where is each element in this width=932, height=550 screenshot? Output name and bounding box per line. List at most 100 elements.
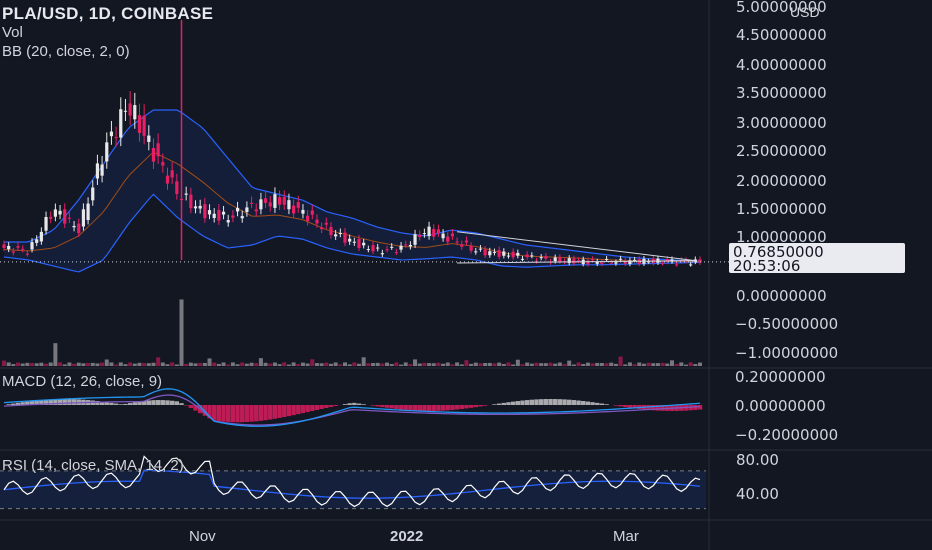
volume-legend[interactable]: Vol: [2, 23, 213, 42]
candle-body: [450, 233, 455, 237]
macd-histogram-bar: [422, 405, 427, 411]
macd-axis-label: 0.20000000: [735, 368, 826, 386]
macd-histogram-bar: [342, 404, 348, 405]
candle-body: [483, 249, 487, 256]
volume-bar: [627, 362, 632, 366]
time-axis-label: 2022: [390, 528, 424, 545]
volume-bar: [296, 364, 301, 366]
macd-histogram-bar: [389, 405, 394, 409]
volume-bar: [291, 362, 296, 366]
macd-histogram-bar: [613, 405, 619, 406]
volume-bar: [464, 360, 469, 366]
candle-body: [511, 251, 515, 258]
volume-bar: [81, 363, 86, 366]
candle-body: [63, 209, 67, 224]
candle-body: [315, 219, 319, 224]
volume-bar: [361, 357, 366, 366]
candle-body: [600, 262, 604, 264]
volume-bar: [665, 363, 670, 366]
candle-body: [67, 217, 71, 219]
price-axis-label: −0.50000000: [735, 315, 839, 333]
candle-body: [226, 220, 230, 223]
volume-bar: [567, 360, 572, 366]
macd-histogram-bar: [478, 405, 483, 407]
candle-body: [16, 246, 20, 248]
macd-histogram-bar: [501, 402, 507, 405]
candle-body: [259, 199, 263, 210]
candle-body: [432, 228, 436, 237]
candle-body: [193, 206, 198, 209]
macd-histogram-bar: [482, 405, 488, 406]
candle-body: [212, 213, 216, 219]
volume-bar: [618, 356, 623, 366]
candle-body: [21, 248, 25, 250]
macd-histogram-bar: [67, 399, 72, 405]
bollinger-legend[interactable]: BB (20, close, 2, 0): [2, 42, 213, 61]
volume-bar: [193, 363, 198, 366]
volume-bar: [156, 357, 161, 366]
volume-bar: [679, 362, 684, 366]
candle-body: [343, 232, 347, 243]
candle-body: [44, 217, 48, 231]
candle-body: [334, 234, 338, 237]
candle-body: [35, 239, 39, 243]
volume-bar: [212, 362, 217, 366]
volume-bar: [324, 362, 329, 366]
macd-histogram-bar: [562, 399, 567, 405]
macd-histogram-bar: [468, 405, 474, 408]
volume-bar: [543, 363, 548, 366]
volume-bar: [595, 362, 600, 366]
volume-bar: [389, 364, 394, 366]
macd-histogram-bar: [183, 405, 189, 406]
macd-histogram-bar: [403, 405, 408, 410]
candle-body: [49, 216, 53, 219]
candle-body: [520, 258, 525, 260]
candle-body: [165, 175, 170, 184]
candle-body: [161, 162, 165, 166]
macd-histogram-bar: [146, 400, 152, 405]
volume-bar: [128, 362, 133, 366]
candle-body: [123, 110, 128, 112]
macd-histogram-bar: [567, 399, 572, 405]
volume-bar: [34, 363, 39, 366]
candle-body: [399, 245, 403, 250]
macd-histogram-bar: [263, 405, 268, 421]
macd-histogram-bar: [165, 400, 170, 405]
volume-bar: [76, 362, 81, 366]
macd-histogram-bar: [440, 405, 446, 411]
macd-histogram-bar: [538, 399, 544, 405]
candle-body: [376, 247, 380, 249]
volume-bar: [226, 364, 231, 366]
volume-bar: [520, 364, 525, 366]
volume-bar: [118, 362, 123, 366]
candle-body: [109, 131, 114, 137]
candle-body: [357, 238, 361, 248]
macd-histogram-bar: [249, 405, 254, 422]
volume-bar: [44, 363, 49, 366]
volume-bar: [100, 362, 105, 366]
macd-histogram-bar: [244, 405, 250, 423]
rsi-legend[interactable]: RSI (14, close, SMA, 14, 2): [2, 456, 184, 475]
candle-body: [408, 244, 412, 247]
macd-histogram-bar: [436, 405, 441, 411]
candle-body: [352, 241, 356, 243]
candle-body: [576, 260, 581, 262]
volume-bar: [67, 362, 72, 366]
volume-bar: [623, 364, 628, 366]
symbol-title[interactable]: PLA/USD, 1D, COINBASE: [2, 4, 213, 23]
macd-histogram-bar: [581, 401, 586, 405]
volume-bar: [576, 362, 581, 366]
macd-histogram-bar: [226, 405, 231, 422]
candle-body: [86, 203, 90, 221]
volume-bar: [660, 362, 665, 366]
macd-histogram-bar: [595, 402, 600, 405]
volume-bar: [235, 364, 240, 366]
candle-body: [390, 246, 394, 248]
macd-histogram-bar: [324, 405, 329, 408]
candle-body: [39, 231, 43, 242]
macd-legend[interactable]: MACD (12, 26, close, 9): [2, 372, 162, 391]
macd-histogram-bar: [258, 405, 264, 421]
candle-body: [306, 215, 310, 222]
macd-histogram-bar: [347, 403, 352, 405]
candle-body: [380, 253, 384, 255]
